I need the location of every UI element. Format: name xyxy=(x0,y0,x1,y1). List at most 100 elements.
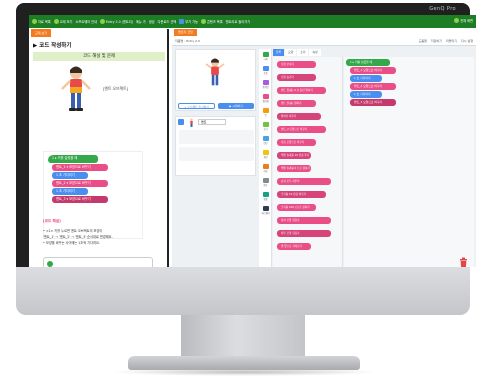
tab-shapes[interactable]: 모양 xyxy=(285,49,297,56)
entry-editor-pane: 엔트리 코딩 작품명 : Entry 2.0 도움말 저장하기 되돌리기 다시 … xyxy=(172,29,476,267)
monitor-chin xyxy=(16,267,470,315)
menu-item[interactable]: 자료 목록 xyxy=(32,19,51,24)
block-categories: 시작흐름움직임생김새붓소리판단계산자료함수확장하드웨어 xyxy=(259,49,272,267)
category-item[interactable]: 함수 xyxy=(260,178,271,187)
category-item[interactable]: 계산 xyxy=(260,150,271,159)
menu-item-icon xyxy=(53,19,59,24)
notes-title: [코드 해설] xyxy=(43,219,61,223)
palette-block[interactable]: 다음 모양으로 바꾸기 xyxy=(277,139,316,146)
palette-block[interactable]: 상하 모양 뒤집기 xyxy=(277,217,331,224)
tab-textbook[interactable]: 교재 보기 xyxy=(31,29,51,37)
palette-block[interactable]: 크기를 10 만큼 바꾸기 xyxy=(277,191,326,198)
screen: 자료 목록 교재 보기 소프트웨어 안내 Entry 2.0 (엔트리) 메뉴 … xyxy=(29,15,476,267)
palette-block[interactable]: 좌우 모양 뒤집기 xyxy=(277,230,331,237)
menu-item[interactable]: 교재 보기 xyxy=(53,19,73,24)
fullscreen-label: 전체 화면 xyxy=(460,19,473,23)
palette-block[interactable]: 말하기 지우기 xyxy=(277,113,321,120)
start-button[interactable]: ▶ 시작하기 xyxy=(218,103,254,109)
code-block: 1 초 기다리기 xyxy=(52,172,88,179)
palette-block[interactable]: 맨 앞으로 가져오기 xyxy=(277,243,311,250)
next-section-box xyxy=(43,257,153,267)
menu-item[interactable]: 소프트웨어 안내 xyxy=(76,19,98,24)
category-label: 계산 xyxy=(263,156,268,159)
fullscreen-button[interactable]: 전체 화면 xyxy=(454,18,473,23)
menu-item[interactable]: 부가 기능 xyxy=(179,19,198,24)
help-button[interactable]: 도움말 xyxy=(419,39,427,43)
menu-item-icon xyxy=(179,19,185,24)
menu-item-label: 엔트리로 돌아가기 xyxy=(225,20,251,24)
script-block[interactable]: 엔트_2 모양으로 바꾸기 xyxy=(350,83,396,90)
code-block: 엔트_1 ▾ 모양으로 바꾸기 xyxy=(52,164,108,171)
category-item[interactable]: 움직임 xyxy=(260,80,271,89)
brand-logo: GenQ Pro xyxy=(429,6,456,12)
menu-item[interactable]: Entry 2.0 (엔트리) xyxy=(100,19,133,24)
code-block: 1 초 기다리기 xyxy=(52,188,88,195)
menu-item-label: 메뉴 가 xyxy=(135,20,146,24)
script-block[interactable]: 1 ▸ 키를 눌렀을 때 xyxy=(346,59,390,66)
category-label: 움직임 xyxy=(262,86,269,89)
palette-block[interactable]: 모양 숨기기 xyxy=(277,74,316,81)
category-item[interactable]: 생김새 xyxy=(260,94,271,103)
category-item[interactable]: 판단 xyxy=(260,136,271,145)
menu-item-label: 부가 기능 xyxy=(185,20,198,24)
monitor-stand-foot xyxy=(128,356,360,370)
script-block[interactable]: 엔트_3 모양으로 바꾸기 xyxy=(350,99,396,106)
category-item[interactable]: 흐름 xyxy=(260,66,271,75)
category-item[interactable]: 시작 xyxy=(260,52,271,61)
menu-item[interactable]: 생성 xyxy=(149,19,155,24)
code-block: 엔트_3 ▾ 모양으로 바꾸기 xyxy=(52,196,108,203)
tab-sounds[interactable]: 소리 xyxy=(297,49,309,56)
redo-button[interactable]: 다시 실행 xyxy=(461,39,473,43)
section-heading: ▶ 코드 작성하기 xyxy=(33,43,72,49)
palette-block[interactable]: 색깔 효과를 10 만큼 주기 xyxy=(277,152,311,159)
menu-item-label: 생성 xyxy=(148,20,155,24)
menu-item-label: 콘텐츠 목록 xyxy=(206,20,223,24)
object-name-field[interactable]: 엔트 xyxy=(198,119,226,125)
script-block[interactable]: 엔트_1 모양으로 바꾸기 xyxy=(350,67,396,74)
category-item[interactable]: 자료 xyxy=(260,164,271,173)
undo-button[interactable]: 되돌리기 xyxy=(446,39,457,43)
code-block: 1 ▸ 키를 눌렀을 때 xyxy=(48,155,98,163)
palette-block[interactable]: 크기를 100 (으)로 정하기 xyxy=(277,204,316,211)
script-block[interactable]: 1 초 기다리기 xyxy=(350,75,382,82)
project-title: 작품명 : Entry 2.0 xyxy=(175,38,200,43)
menu-item[interactable]: 콘텐츠 목록 xyxy=(200,19,223,24)
tab-properties[interactable]: 속성 xyxy=(309,49,321,56)
palette-block[interactable]: 엔트 을(를) 말하기 xyxy=(277,100,316,107)
category-label: 함수 xyxy=(263,184,268,187)
category-item[interactable]: 소리 xyxy=(260,122,271,131)
add-object-button[interactable]: + 오브젝트 추가하기 xyxy=(178,103,215,109)
category-label: 생김새 xyxy=(262,100,269,103)
category-label: 소리 xyxy=(263,128,268,131)
category-label: 하드웨어 xyxy=(261,212,270,215)
category-label: 판단 xyxy=(263,142,268,145)
palette-block[interactable]: 엔트_2 모양으로 바꾸기 xyxy=(277,126,326,133)
stage-preview: + 오브젝트 추가하기 ▶ 시작하기 xyxy=(175,49,256,111)
menu-item-icon xyxy=(32,19,37,24)
category-item[interactable]: 하드웨어 xyxy=(260,206,271,215)
palette-block[interactable]: 모양 보이기 xyxy=(277,61,316,68)
trash-icon[interactable] xyxy=(459,257,468,267)
object-select-icon[interactable] xyxy=(178,119,184,125)
category-item[interactable]: 확장 xyxy=(260,192,271,201)
script-block[interactable]: 1 초 기다리기 xyxy=(350,91,382,98)
category-item[interactable]: 붓 xyxy=(260,108,271,117)
top-menu-bar: 자료 목록 교재 보기 소프트웨어 안내 Entry 2.0 (엔트리) 메뉴 … xyxy=(29,15,476,28)
palette-block[interactable]: 엔트 을(를) 4 초 동안 말하기 xyxy=(277,87,326,94)
palette-block[interactable]: 효과 모두 지우기 xyxy=(277,178,331,185)
object-thumbnail xyxy=(190,118,193,127)
palette-tabs: 블록 모양 소리 속성 xyxy=(273,49,473,57)
stage-character-image xyxy=(205,58,225,86)
menu-item-label: Entry 2.0 (엔트리) xyxy=(106,20,133,24)
palette-block[interactable]: 색깔 효과를 0 으로 정하기 xyxy=(277,165,311,172)
editor-toolbar: 작품명 : Entry 2.0 도움말 저장하기 되돌리기 다시 실행 xyxy=(172,36,476,46)
code-workspace: 1 ▸ 키를 눌렀을 때 엔트_1 모양으로 바꾸기 1 초 기다리기 엔트_2 모양… xyxy=(344,57,474,267)
menu-item-label: 자료 목록 xyxy=(38,20,51,24)
menu-item[interactable]: 메뉴 가 xyxy=(136,19,146,24)
tab-entry-coding[interactable]: 엔트리 코딩 xyxy=(174,29,197,36)
character-caption: [엔트 오브젝트] xyxy=(103,86,129,91)
menu-item[interactable]: 다운로드 선택 xyxy=(158,19,177,24)
save-button[interactable]: 저장하기 xyxy=(431,39,442,43)
menu-item[interactable]: 엔트리로 돌아가기 xyxy=(226,19,250,24)
tab-blocks[interactable]: 블록 xyxy=(273,49,285,56)
